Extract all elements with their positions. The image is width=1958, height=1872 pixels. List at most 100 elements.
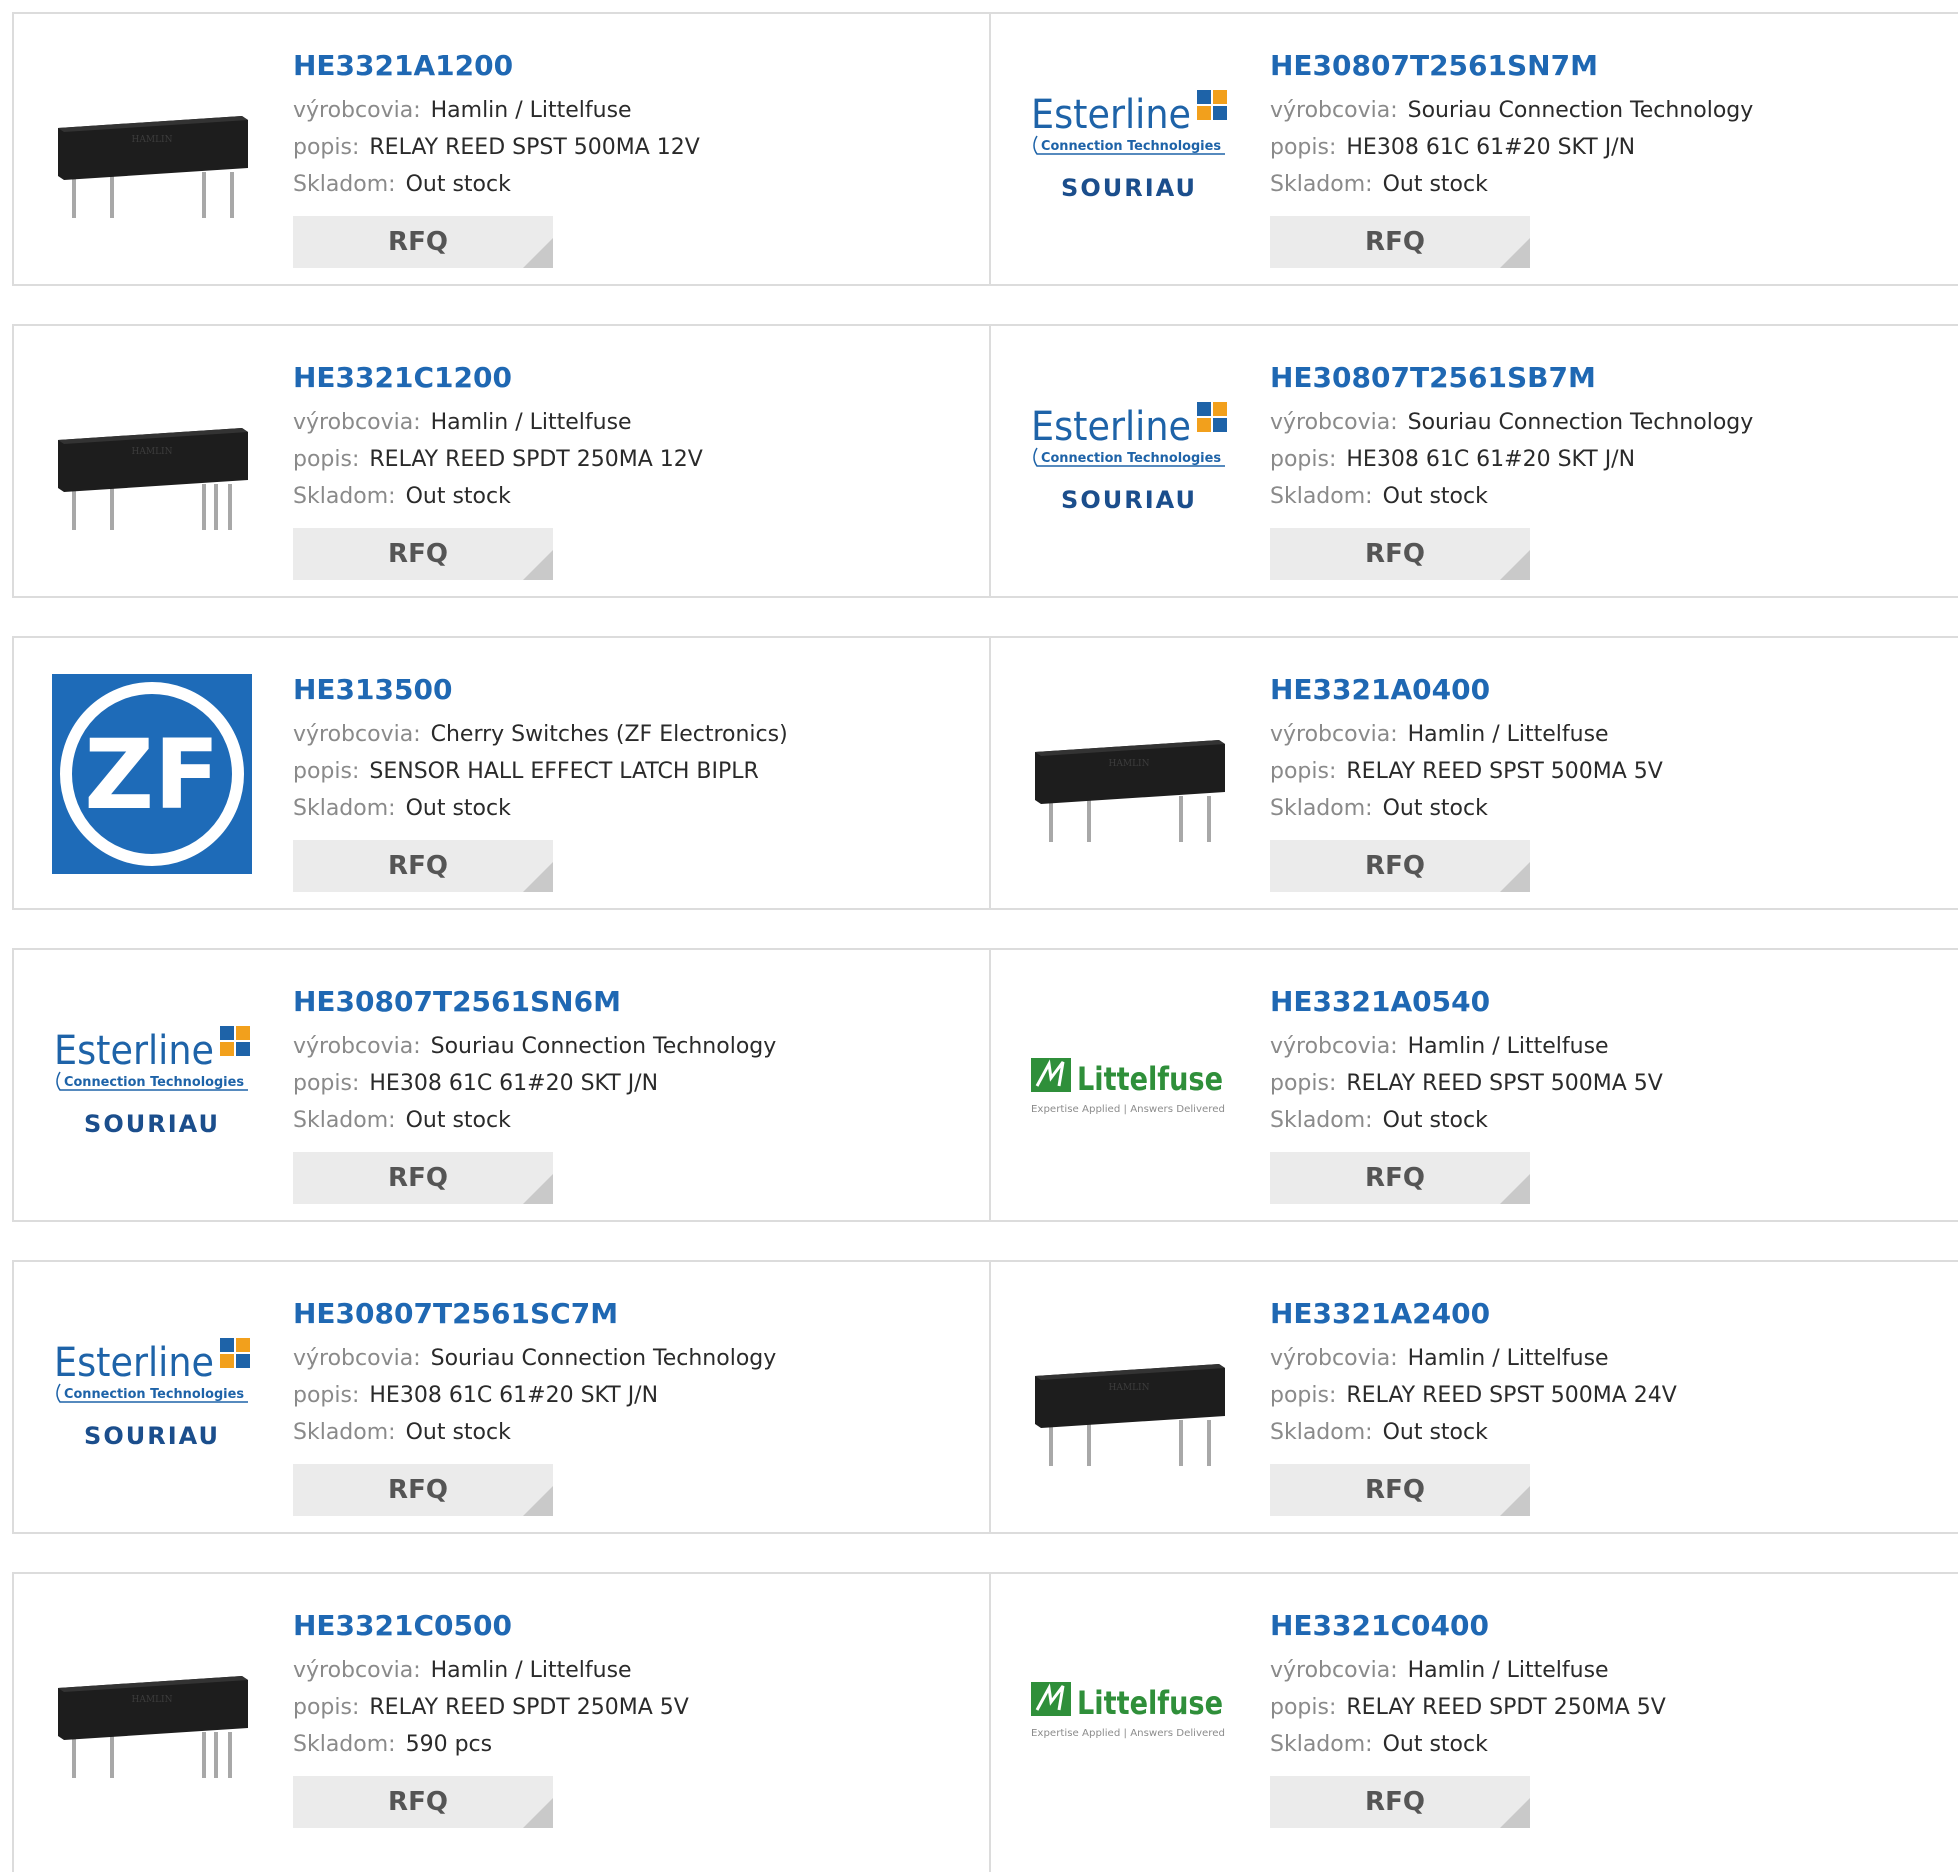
rfq-button[interactable]: RFQ [1270,1152,1530,1204]
part-number-link[interactable]: HE3321C0400 [1270,1606,1930,1646]
part-number-link[interactable]: HE313500 [293,670,953,710]
rfq-button[interactable]: RFQ [293,1776,553,1828]
product-image[interactable]: HAMLIN [1029,1298,1229,1498]
rfq-button[interactable]: RFQ [293,216,553,268]
rfq-button-label: RFQ [1365,539,1425,569]
stock-row: Skladom: Out stock [1270,1726,1930,1763]
product-card: Littelfuse Expertise Applied | Answers De… [991,950,1958,1220]
esterline-souriau-logo: EsterlineConnection Technologies SOURIAU [1031,90,1227,202]
relay-pin [214,1732,218,1778]
esterline-star-icon [220,1338,250,1368]
esterline-souriau-logo: EsterlineConnection Technologies SOURIAU [54,1026,250,1138]
zf-wordmark: ZF [84,719,219,831]
manufacturer-label: výrobcovia: [1270,1034,1398,1059]
manufacturer-label: výrobcovia: [1270,1658,1398,1683]
product-image[interactable]: HAMLIN [52,1610,252,1810]
littelfuse-tagline: Expertise Applied | Answers Delivered [1031,1728,1225,1739]
description-value: RELAY REED SPST 500MA 12V [369,135,700,160]
part-number-link[interactable]: HE3321A0400 [1270,670,1930,710]
relay-pin [1179,796,1183,842]
rfq-button[interactable]: RFQ [1270,1776,1530,1828]
part-number-link[interactable]: HE3321C1200 [293,358,953,398]
rfq-button[interactable]: RFQ [293,528,553,580]
product-image[interactable]: HAMLIN [52,50,252,250]
description-label: popis: [293,759,360,784]
stock-label: Skladom: [293,484,396,509]
stock-value: Out stock [1382,1420,1488,1445]
relay-marking: HAMLIN [132,447,173,457]
part-number-link[interactable]: HE30807T2561SN7M [1270,46,1930,86]
description-label: popis: [293,1383,360,1408]
stock-label: Skladom: [1270,1420,1373,1445]
part-number-link[interactable]: HE30807T2561SN6M [293,982,953,1022]
product-image[interactable]: HAMLIN [1029,674,1229,874]
description-label: popis: [1270,447,1337,472]
littelfuse-emblem-icon [1031,1682,1071,1716]
rfq-button[interactable]: RFQ [293,840,553,892]
relay-pin [110,484,114,530]
connection-technologies-text: Connection Technologies [64,1387,244,1402]
part-number-link[interactable]: HE30807T2561SB7M [1270,358,1930,398]
rfq-button[interactable]: RFQ [1270,528,1530,580]
stock-label: Skladom: [1270,796,1373,821]
product-image[interactable]: Littelfuse Expertise Applied | Answers De… [1029,1610,1229,1810]
relay-pin [202,1732,206,1778]
product-image[interactable]: Esterline Connection Technologies SOURIAU [52,1298,252,1498]
product-card: Littelfuse Expertise Applied | Answers De… [991,1574,1958,1872]
rfq-corner-decoration [523,238,553,268]
product-row: Esterline Connection Technologies SOURIAU … [12,948,1958,1222]
product-image[interactable]: HAMLIN [52,362,252,562]
product-image[interactable]: Littelfuse Expertise Applied | Answers De… [1029,986,1229,1186]
manufacturer-label: výrobcovia: [293,98,421,123]
rfq-button-label: RFQ [1365,1787,1425,1817]
stock-label: Skladom: [293,1108,396,1133]
product-info: HE3321A0540 výrobcovia: Hamlin / Littelfu… [1270,982,1930,1139]
part-number-link[interactable]: HE3321A0540 [1270,982,1930,1022]
relay-pin [202,172,206,218]
rfq-button[interactable]: RFQ [1270,1464,1530,1516]
description-row: popis: HE308 61C 61#20 SKT J/N [1270,441,1930,478]
product-row: ZF HE313500 výrobcovia: Cherry Switches (… [12,636,1958,910]
stock-label: Skladom: [1270,1108,1373,1133]
rfq-corner-decoration [1500,238,1530,268]
rfq-button[interactable]: RFQ [1270,216,1530,268]
rfq-button-label: RFQ [388,227,448,257]
manufacturer-row: výrobcovia: Hamlin / Littelfuse [1270,1652,1930,1689]
manufacturer-label: výrobcovia: [1270,98,1398,123]
manufacturer-label: výrobcovia: [293,722,421,747]
description-label: popis: [293,135,360,160]
connection-technologies-text: Connection Technologies [1041,139,1221,154]
product-info: HE3321C1200 výrobcovia: Hamlin / Littelfu… [293,358,953,515]
souriau-wordmark: SOURIAU [1061,486,1197,514]
description-row: popis: RELAY REED SPST 500MA 24V [1270,1377,1930,1414]
rfq-button[interactable]: RFQ [1270,840,1530,892]
stock-value: 590 pcs [405,1732,493,1757]
product-image[interactable]: ZF [52,674,252,874]
stock-row: Skladom: Out stock [293,790,953,827]
manufacturer-value: Souriau Connection Technology [430,1346,777,1371]
rfq-corner-decoration [1500,1486,1530,1516]
product-image[interactable]: Esterline Connection Technologies SOURIAU [1029,50,1229,250]
product-image[interactable]: Esterline Connection Technologies SOURIAU [52,986,252,1186]
stock-row: Skladom: 590 pcs [293,1726,953,1763]
rfq-button[interactable]: RFQ [293,1464,553,1516]
relay-marking: HAMLIN [1109,759,1150,769]
part-number-link[interactable]: HE3321A2400 [1270,1294,1930,1334]
part-number-link[interactable]: HE3321C0500 [293,1606,953,1646]
rfq-button-label: RFQ [388,539,448,569]
product-image[interactable]: Esterline Connection Technologies SOURIAU [1029,362,1229,562]
product-grid: HAMLIN HE3321A1200 výrobcovia: Hamlin / L… [0,0,1958,1872]
stock-value: Out stock [405,172,511,197]
manufacturer-label: výrobcovia: [293,1346,421,1371]
stock-value: Out stock [1382,172,1488,197]
part-number-link[interactable]: HE3321A1200 [293,46,953,86]
manufacturer-value: Hamlin / Littelfuse [430,98,632,123]
stock-label: Skladom: [293,796,396,821]
part-number-link[interactable]: HE30807T2561SC7M [293,1294,953,1334]
stock-label: Skladom: [293,172,396,197]
rfq-button[interactable]: RFQ [293,1152,553,1204]
product-info: HE30807T2561SN7M výrobcovia: Souriau Conn… [1270,46,1930,203]
manufacturer-value: Hamlin / Littelfuse [1407,1034,1609,1059]
description-row: popis: RELAY REED SPDT 250MA 12V [293,441,953,478]
rfq-corner-decoration [1500,1174,1530,1204]
